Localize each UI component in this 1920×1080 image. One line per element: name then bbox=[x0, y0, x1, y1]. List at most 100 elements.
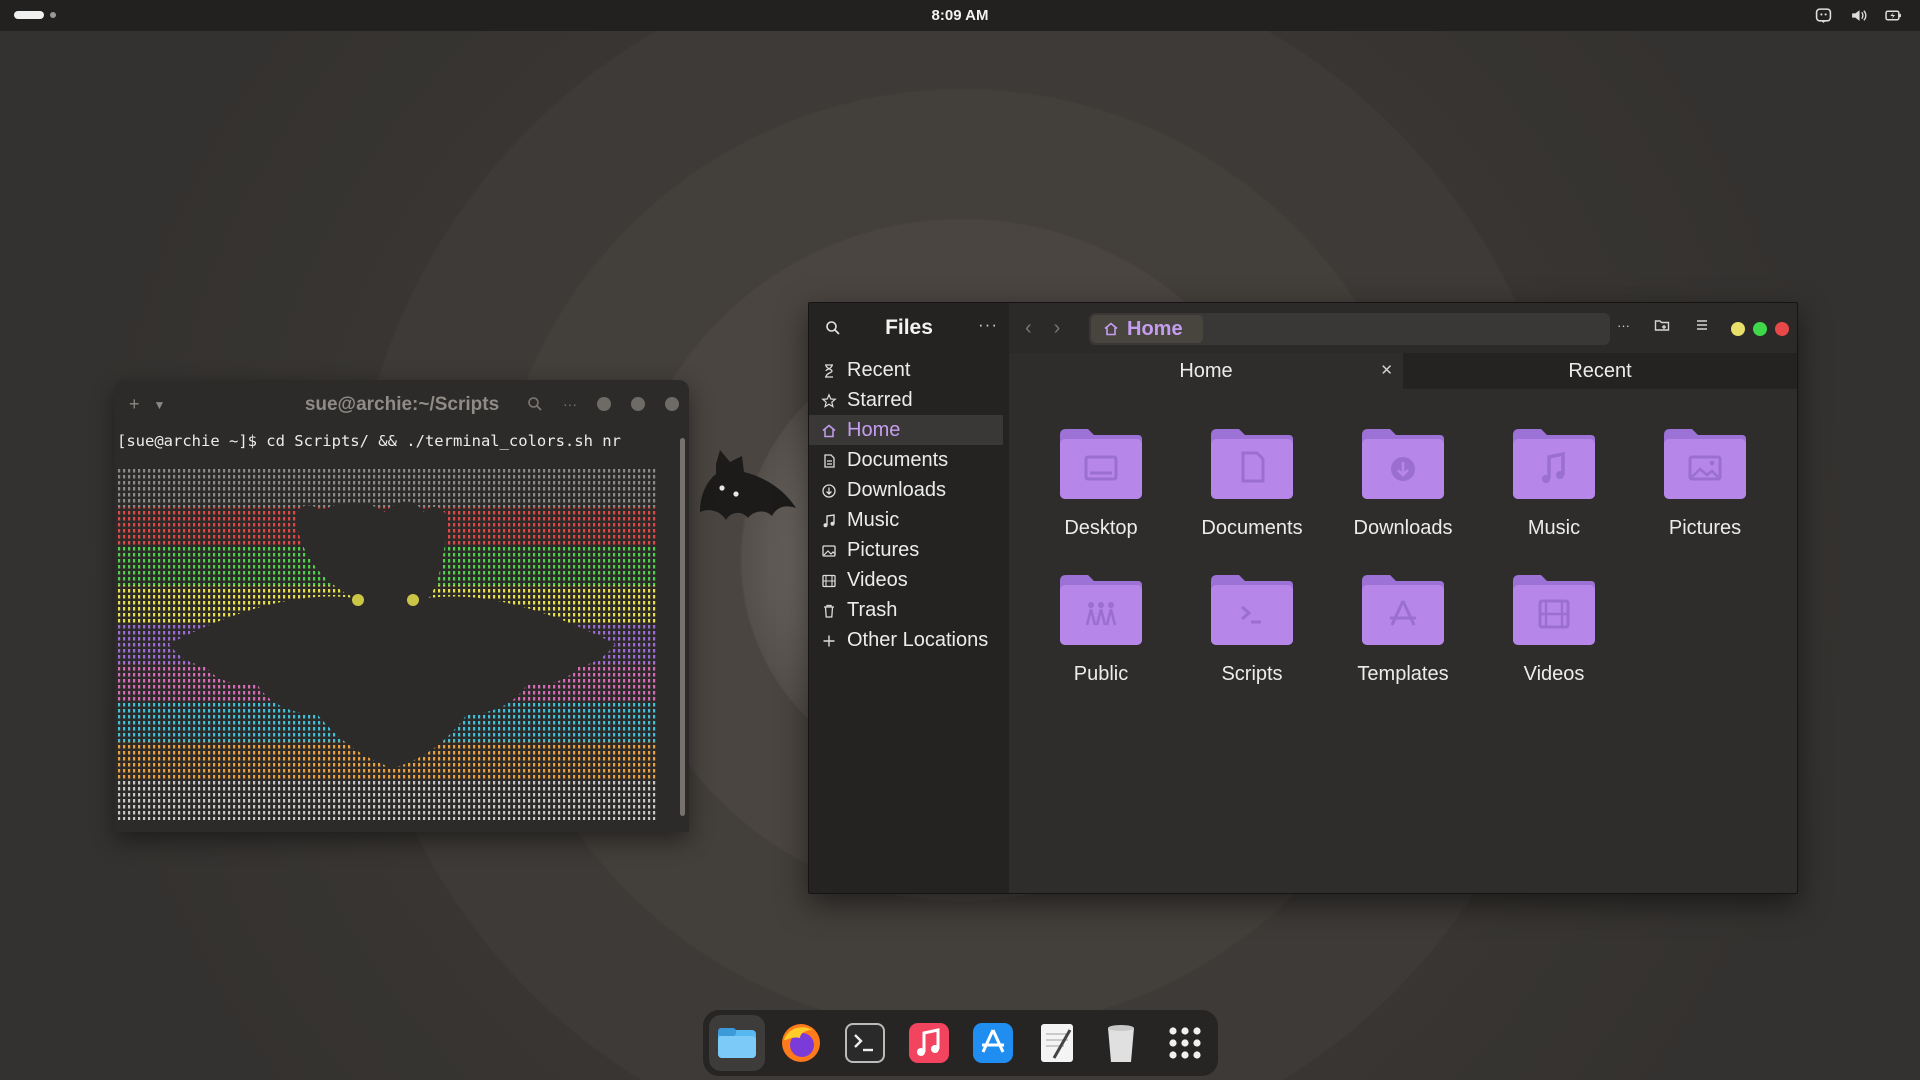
sidebar-item-label: Trash bbox=[847, 598, 898, 621]
sidebar-item-music[interactable]: Music bbox=[809, 505, 1009, 535]
volume-icon[interactable] bbox=[1850, 7, 1867, 24]
folder-scripts[interactable]: Scripts bbox=[1177, 573, 1327, 686]
tab-bar: Home ✕ Recent bbox=[1009, 353, 1797, 389]
back-button[interactable]: ‹ bbox=[1025, 317, 1032, 340]
app-store-icon bbox=[973, 1023, 1013, 1063]
terminal-scrollbar[interactable] bbox=[680, 438, 685, 816]
dock-music[interactable] bbox=[901, 1015, 957, 1071]
close-tab-icon[interactable]: ✕ bbox=[1380, 361, 1393, 379]
folder-icon bbox=[1362, 575, 1444, 645]
sidebar-item-label: Home bbox=[847, 418, 901, 441]
close-button[interactable] bbox=[665, 397, 679, 411]
path-menu-icon[interactable]: ··· bbox=[1617, 318, 1630, 333]
home-icon bbox=[1103, 321, 1119, 337]
terminal-content[interactable]: [sue@archie ~]$ cd Scripts/ && ./termina… bbox=[117, 432, 677, 832]
dock-app-store[interactable] bbox=[965, 1015, 1021, 1071]
folder-pictures[interactable]: Pictures bbox=[1630, 427, 1780, 540]
terminal-search-icon[interactable] bbox=[527, 396, 543, 412]
tab-recent[interactable]: Recent bbox=[1403, 353, 1797, 389]
top-bar: 8:09 AM bbox=[0, 0, 1920, 31]
color-band bbox=[117, 468, 657, 508]
tab-home[interactable]: Home ✕ bbox=[1009, 353, 1403, 389]
bat-wallpaper-icon bbox=[700, 450, 796, 520]
folder-label: Downloads bbox=[1353, 517, 1453, 539]
sidebar-item-downloads[interactable]: Downloads bbox=[809, 475, 1009, 505]
home-icon bbox=[821, 422, 837, 438]
activities-indicator[interactable] bbox=[14, 11, 56, 19]
system-tray[interactable] bbox=[1815, 7, 1902, 24]
accessibility-icon[interactable] bbox=[1815, 7, 1832, 24]
folder-public[interactable]: Public bbox=[1026, 573, 1176, 686]
new-tab-folder-icon[interactable] bbox=[1654, 317, 1670, 333]
videos-icon bbox=[821, 572, 837, 588]
sidebar-item-pictures[interactable]: Pictures bbox=[809, 535, 1009, 565]
workspace-indicator bbox=[50, 12, 56, 18]
files-app-icon bbox=[718, 1028, 756, 1058]
sidebar-item-home[interactable]: Home bbox=[809, 415, 1003, 445]
folder-icon bbox=[1060, 429, 1142, 499]
folder-icon bbox=[1211, 575, 1293, 645]
clock[interactable]: 8:09 AM bbox=[932, 7, 989, 24]
music-app-icon bbox=[909, 1023, 949, 1063]
terminal-window[interactable]: + ▼ sue@archie:~/Scripts ··· [sue@archie… bbox=[115, 380, 689, 832]
view-list-icon[interactable] bbox=[1694, 317, 1710, 333]
files-headerbar[interactable]: ‹ › Home ··· bbox=[1009, 303, 1797, 353]
folder-icon bbox=[1513, 429, 1595, 499]
folder-documents[interactable]: Documents bbox=[1177, 427, 1327, 540]
folder-label: Scripts bbox=[1221, 663, 1283, 685]
dock-terminal[interactable] bbox=[837, 1015, 893, 1071]
dock-text-editor[interactable] bbox=[1029, 1015, 1085, 1071]
folder-icon bbox=[1362, 429, 1444, 499]
sidebar-item-videos[interactable]: Videos bbox=[809, 565, 1009, 595]
tab-label: Home bbox=[1179, 359, 1233, 382]
minimize-button[interactable] bbox=[597, 397, 611, 411]
minimize-button[interactable] bbox=[1731, 322, 1745, 336]
path-crumb-label: Home bbox=[1127, 317, 1183, 340]
terminal-headerbar[interactable]: + ▼ sue@archie:~/Scripts ··· bbox=[115, 380, 689, 428]
maximize-button[interactable] bbox=[631, 397, 645, 411]
dock bbox=[703, 1010, 1218, 1076]
close-button[interactable] bbox=[1775, 322, 1789, 336]
folder-label: Desktop bbox=[1064, 517, 1138, 539]
battery-icon[interactable] bbox=[1885, 7, 1902, 24]
dock-app-grid[interactable] bbox=[1157, 1015, 1213, 1071]
folder-icon bbox=[1211, 429, 1293, 499]
folder-templates[interactable]: Templates bbox=[1328, 573, 1478, 686]
folder-label: Public bbox=[1073, 663, 1129, 685]
maximize-button[interactable] bbox=[1753, 322, 1767, 336]
folder-icon bbox=[1664, 429, 1746, 499]
workspace-active-indicator bbox=[14, 11, 44, 19]
sidebar-item-label: Videos bbox=[847, 568, 908, 591]
files-main: ‹ › Home ··· Home ✕ Recent Desktop Docum… bbox=[1009, 303, 1797, 893]
folder-label: Music bbox=[1527, 517, 1581, 539]
folder-videos[interactable]: Videos bbox=[1479, 573, 1629, 686]
folder-icon bbox=[1060, 575, 1142, 645]
trash-icon bbox=[821, 602, 837, 618]
path-bar[interactable]: Home bbox=[1089, 313, 1610, 345]
dock-trash[interactable] bbox=[1093, 1015, 1149, 1071]
sidebar-item-recent[interactable]: Recent bbox=[809, 355, 1009, 385]
files-window[interactable]: Files ··· Recent Starred Home Documents Down… bbox=[808, 302, 1798, 894]
terminal-app-icon bbox=[845, 1023, 885, 1063]
files-sidebar: Files ··· Recent Starred Home Documents Down… bbox=[809, 303, 1009, 893]
dock-files-app[interactable] bbox=[709, 1015, 765, 1071]
main-menu-button[interactable]: ··· bbox=[978, 315, 998, 335]
sidebar-item-trash[interactable]: Trash bbox=[809, 595, 1009, 625]
folder-label: Templates bbox=[1357, 663, 1449, 685]
text-editor-icon bbox=[1041, 1024, 1073, 1062]
pictures-icon bbox=[821, 542, 837, 558]
sidebar-item-label: Starred bbox=[847, 388, 913, 411]
terminal-menu-icon[interactable]: ··· bbox=[563, 396, 577, 412]
path-crumb-home[interactable]: Home bbox=[1091, 315, 1203, 343]
terminal-prompt-line: [sue@archie ~]$ cd Scripts/ && ./termina… bbox=[117, 432, 621, 450]
forward-button[interactable]: › bbox=[1054, 317, 1061, 340]
sidebar-item-other-locations[interactable]: Other Locations bbox=[809, 625, 1009, 655]
folder-music[interactable]: Music bbox=[1479, 427, 1629, 540]
dock-firefox[interactable] bbox=[773, 1015, 829, 1071]
folder-desktop[interactable]: Desktop bbox=[1026, 427, 1176, 540]
sidebar-item-starred[interactable]: Starred bbox=[809, 385, 1009, 415]
terminal-color-art bbox=[117, 468, 657, 820]
folder-downloads[interactable]: Downloads bbox=[1328, 427, 1478, 540]
sidebar-item-documents[interactable]: Documents bbox=[809, 445, 1009, 475]
tab-label: Recent bbox=[1568, 359, 1632, 382]
